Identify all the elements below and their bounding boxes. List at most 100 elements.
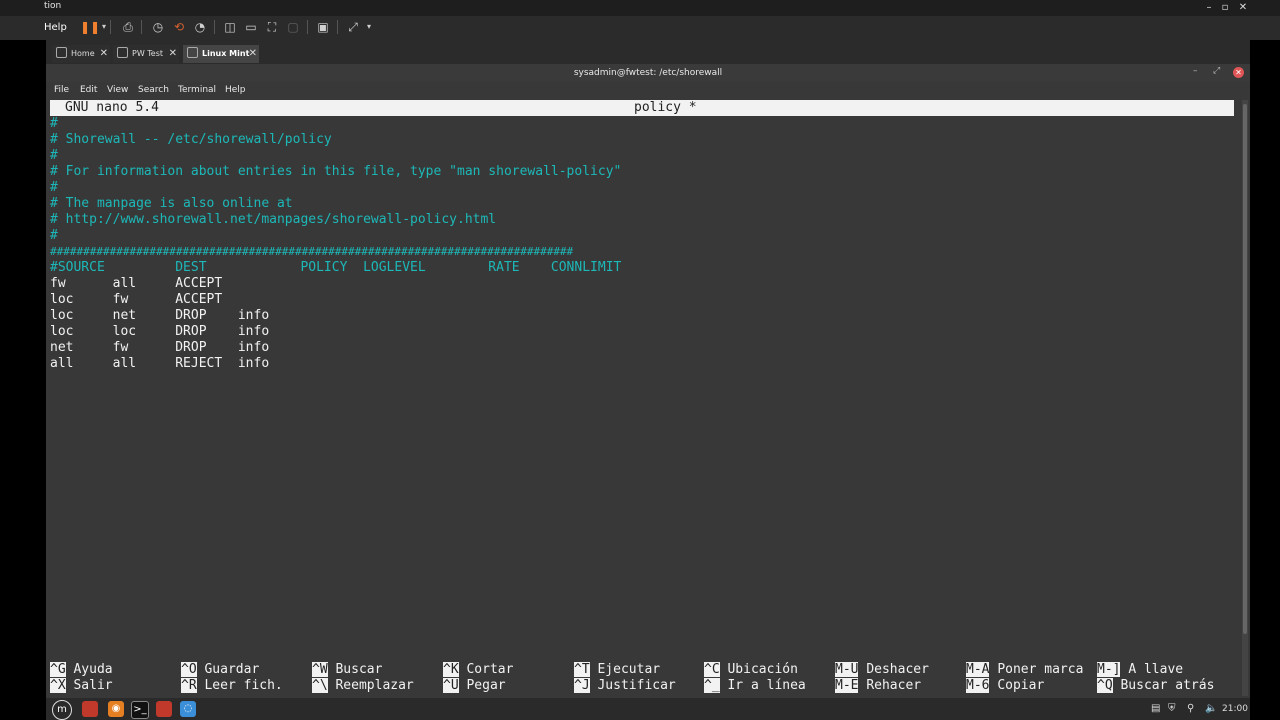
shortcut-execute[interactable]: ^T Ejecutar (574, 662, 660, 678)
folder-icon[interactable] (156, 701, 172, 717)
shortcut-label: Copiar (997, 678, 1045, 693)
menu-file[interactable]: File (54, 85, 69, 95)
toolbar-separator (110, 20, 111, 34)
shortcut-help[interactable]: ^G Ayuda (50, 662, 113, 678)
comment-line[interactable]: # Shorewall -- /etc/shorewall/policy (50, 132, 332, 148)
mint-menu-icon[interactable]: m (52, 700, 72, 720)
host-maximize-button[interactable]: ▫ (1215, 0, 1235, 16)
pause-icon[interactable]: ❚❚ (80, 19, 100, 35)
send-keys-icon[interactable]: ⎙ (120, 19, 136, 35)
shortcut-label: Cortar (466, 662, 514, 677)
policy-row[interactable]: fw all ACCEPT (50, 276, 222, 292)
shortcut-label: Ubicación (727, 662, 798, 677)
window-title: sysadmin@fwtest: /etc/shorewall (46, 64, 1250, 82)
comment-line[interactable]: # For information about entries in this … (50, 164, 621, 180)
column-header-line[interactable]: #SOURCE DEST POLICY LOGLEVEL RATE CONNLI… (50, 260, 621, 276)
shortcut-search[interactable]: ^W Buscar (312, 662, 382, 678)
terminal-area[interactable] (46, 100, 1240, 698)
maximize-button[interactable]: ⤢ (1213, 66, 1220, 76)
nano-version: GNU nano 5.4 (65, 100, 159, 115)
policy-row[interactable]: loc loc DROP info (50, 324, 269, 340)
menu-view[interactable]: View (107, 85, 128, 95)
shortcut-label: A llave (1128, 662, 1184, 677)
chevron-down-icon[interactable]: ▾ (361, 19, 377, 35)
menu-help[interactable]: Help (225, 85, 246, 95)
shortcut-key: ^_ (704, 678, 720, 693)
shortcut-paste[interactable]: ^U Pegar (443, 678, 506, 694)
files-icon[interactable] (82, 701, 98, 717)
firefox-icon[interactable]: ◉ (108, 701, 124, 717)
shortcut-cut[interactable]: ^K Cortar (443, 662, 513, 678)
volume-icon[interactable]: 🔈 (1205, 703, 1217, 714)
close-icon[interactable]: ✕ (249, 45, 257, 63)
console-view-icon[interactable]: ▭ (243, 19, 259, 35)
shortcut-key: ^C (704, 662, 720, 677)
shortcut-set-mark[interactable]: M-A Poner marca (966, 662, 1083, 678)
shortcut-justify[interactable]: ^J Justificar (574, 678, 676, 694)
library-view-icon[interactable]: ◫ (222, 19, 238, 35)
network-icon[interactable]: ⚲ (1187, 703, 1194, 714)
shortcut-label: Justificar (597, 678, 676, 693)
minimize-button[interactable]: – (1193, 66, 1198, 76)
shortcut-label: Rehacer (866, 678, 922, 693)
comment-line[interactable]: # (50, 180, 58, 196)
shortcut-label: Buscar (335, 662, 383, 677)
close-icon[interactable]: ✕ (169, 45, 177, 63)
revert-snapshot-icon[interactable]: ⟲ (171, 19, 187, 35)
shortcut-key: M-6 (966, 678, 990, 693)
policy-row[interactable]: loc fw ACCEPT (50, 292, 222, 308)
unity-icon[interactable]: ▢ (285, 19, 301, 35)
policy-row[interactable]: loc net DROP info (50, 308, 269, 324)
shortcut-bracket[interactable]: M-] A llave (1097, 662, 1183, 678)
shortcut-key: ^X (50, 678, 66, 693)
comment-line[interactable]: # The manpage is also online at (50, 196, 293, 212)
shortcut-undo[interactable]: M-U Deshacer (835, 662, 929, 678)
shortcut-key: ^R (181, 678, 197, 693)
shortcut-save[interactable]: ^O Guardar (181, 662, 259, 678)
menu-edit[interactable]: Edit (80, 85, 97, 95)
shortcut-redo[interactable]: M-E Rehacer (835, 678, 921, 694)
scrollbar-thumb[interactable] (1243, 104, 1247, 634)
clipboard-icon[interactable]: ▤ (1151, 703, 1160, 714)
comment-line[interactable]: # (50, 228, 58, 244)
snapshot-manager-icon[interactable]: ◔ (192, 19, 208, 35)
shortcut-search-back[interactable]: ^Q Buscar atrás (1097, 678, 1214, 694)
shortcut-location[interactable]: ^C Ubicación (704, 662, 798, 678)
policy-row[interactable]: net fw DROP info (50, 340, 269, 356)
host-title: tion (44, 1, 62, 11)
shortcut-copy[interactable]: M-6 Copiar (966, 678, 1044, 694)
close-button[interactable]: ✕ (1233, 67, 1244, 78)
menu-terminal[interactable]: Terminal (178, 85, 216, 95)
vm-icon (187, 47, 198, 58)
snapshot-icon[interactable]: ◷ (150, 19, 166, 35)
browser-icon[interactable]: ◌ (180, 701, 196, 717)
host-close-button[interactable]: ✕ (1233, 0, 1253, 16)
terminal-icon[interactable]: >_ (131, 701, 149, 719)
tab-home[interactable]: Home ✕ (52, 45, 110, 63)
help-menu[interactable]: Help (44, 22, 67, 33)
shortcut-label: Ayuda (73, 662, 113, 677)
tab-linux-mint[interactable]: Linux Mint ✕ (183, 45, 259, 63)
shortcut-key: M-E (835, 678, 859, 693)
policy-row[interactable]: all all REJECT info (50, 356, 269, 372)
tab-pw-test[interactable]: PW Test ✕ (113, 45, 179, 63)
shortcut-exit[interactable]: ^X Salir (50, 678, 113, 694)
shortcut-read-file[interactable]: ^R Leer fich. (181, 678, 283, 694)
shortcut-label: Ir a línea (727, 678, 806, 693)
shortcut-key: M-A (966, 662, 990, 677)
terminal-console-icon[interactable]: ▣ (315, 19, 331, 35)
comment-line[interactable]: # (50, 148, 58, 164)
shortcut-replace[interactable]: ^\ Reemplazar (312, 678, 414, 694)
comment-line[interactable]: # http://www.shorewall.net/manpages/shor… (50, 212, 496, 228)
shield-icon[interactable]: ⛨ (1168, 703, 1176, 714)
shortcut-label: Poner marca (997, 662, 1084, 677)
clock[interactable]: 21:00 (1222, 704, 1248, 714)
menu-search[interactable]: Search (138, 85, 169, 95)
shortcut-go-to-line[interactable]: ^_ Ir a línea (704, 678, 806, 694)
comment-line[interactable]: # (50, 116, 58, 132)
close-icon[interactable]: ✕ (100, 45, 108, 63)
fullscreen-icon[interactable]: ⛶ (264, 19, 280, 35)
vm-icon (117, 47, 128, 58)
stretch-icon[interactable]: ⤢ (345, 19, 361, 35)
separator-line[interactable]: ########################################… (50, 244, 573, 260)
